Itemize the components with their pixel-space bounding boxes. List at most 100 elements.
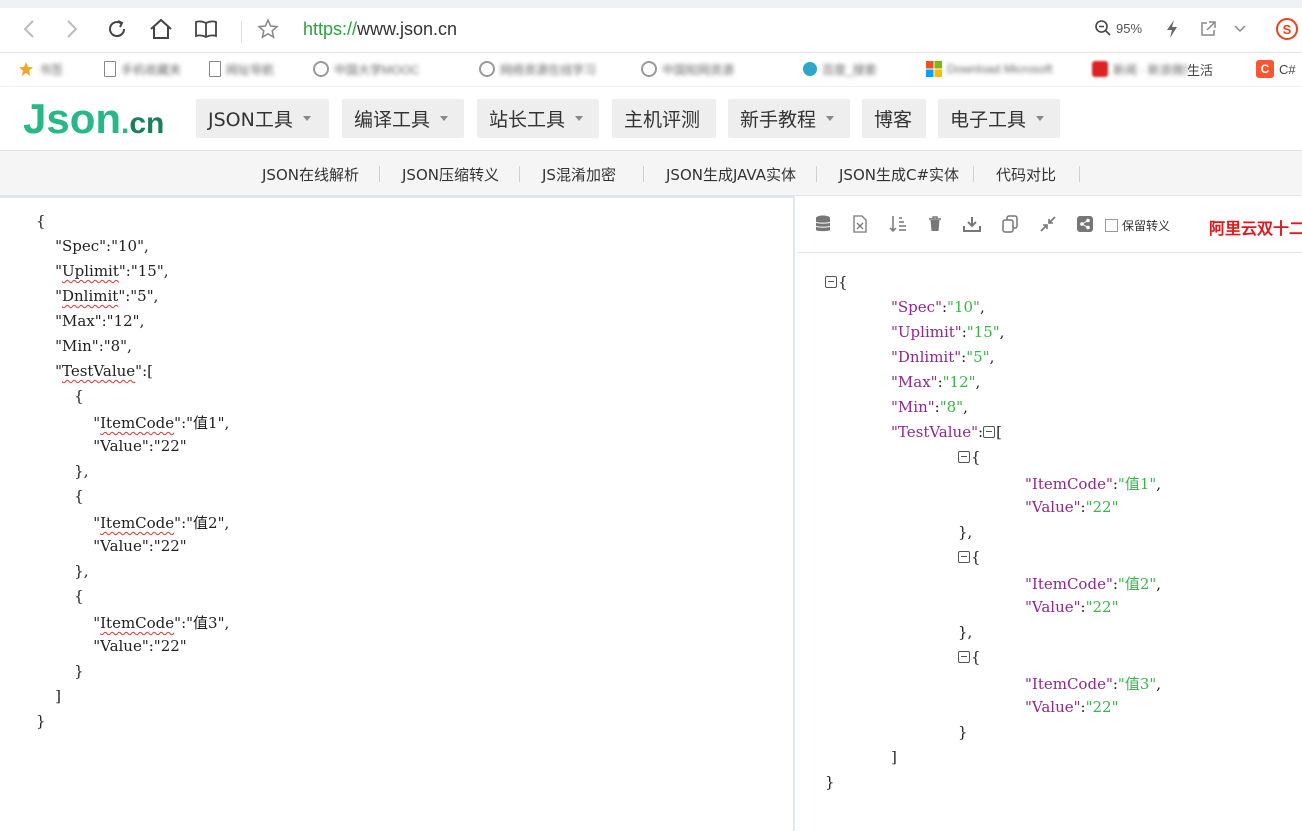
bookmark-item[interactable]: 中国大学MOOC — [313, 60, 419, 78]
windows-icon — [926, 61, 942, 77]
json-value: 值1 — [1124, 475, 1150, 493]
ad-link[interactable]: 阿里云双十二 — [1209, 215, 1302, 239]
reader-mode-button[interactable] — [193, 16, 219, 42]
share-icon — [1201, 21, 1216, 36]
chevron-down-icon — [1234, 25, 1246, 33]
caret-down-icon — [302, 116, 311, 121]
back-button[interactable] — [16, 16, 42, 42]
nav-json-tools[interactable]: JSON工具 — [196, 99, 329, 138]
json-key: Value — [1031, 698, 1074, 716]
address-bar[interactable]: https://www.json.cn — [303, 19, 457, 40]
code-line: "Value":"22" — [36, 637, 187, 655]
bookmark-item[interactable]: 网络资源在线学习 — [479, 60, 596, 78]
subnav-divider — [379, 166, 380, 182]
site-logo[interactable]: Json.cn — [23, 95, 164, 143]
collapse-toggle-icon[interactable] — [958, 451, 970, 463]
globe-icon — [479, 61, 495, 77]
subnav-divider — [973, 166, 974, 182]
forward-button[interactable] — [59, 16, 85, 42]
download-button[interactable] — [963, 215, 981, 233]
bookmark-star-button[interactable] — [255, 16, 281, 42]
tree-object-close: }, — [958, 523, 973, 541]
share-button[interactable] — [1195, 16, 1221, 42]
keep-escape-label: 保留转义 — [1122, 219, 1171, 233]
copy-button[interactable] — [1001, 215, 1019, 233]
subnav-code-compare[interactable]: 代码对比 — [996, 164, 1056, 185]
nav-label: 主机评测 — [624, 109, 701, 131]
bookmark-item[interactable]: C C# — [1256, 60, 1296, 78]
bookmark-label: 网络资源在线学习 — [500, 62, 597, 77]
nav-blog[interactable]: 博客 — [862, 99, 926, 138]
database-button[interactable] — [814, 215, 832, 233]
tree-pair: "Uplimit":"15", — [891, 323, 1005, 341]
json-key: ItemCode — [1031, 675, 1106, 693]
caret-down-icon — [826, 116, 835, 121]
home-button[interactable] — [148, 16, 174, 42]
bookmark-prefix: 新闻 · 新浪微博 — [1113, 62, 1187, 77]
zoom-level: 95% — [1116, 20, 1143, 36]
tree-object-close: } — [958, 723, 968, 741]
tree-pair: "ItemCode":"值3", — [1025, 675, 1162, 693]
zoom-icon — [1095, 20, 1111, 36]
zoom-control[interactable]: 95% — [1094, 19, 1142, 37]
sort-button[interactable] — [889, 215, 907, 233]
url-protocol: https:// — [303, 19, 358, 39]
json-value: 值2 — [1124, 575, 1150, 593]
collapse-toggle-icon[interactable] — [958, 551, 970, 563]
json-key: Max — [897, 373, 931, 391]
toolbar-divider — [241, 21, 242, 43]
nav-electronic-tools[interactable]: 电子工具 — [938, 99, 1060, 138]
nav-host-review[interactable]: 主机评测 — [612, 99, 716, 138]
json-key: Uplimit — [897, 323, 955, 341]
bookmark-label: 手机收藏夹 — [121, 62, 182, 77]
subnav-json-parse[interactable]: JSON在线解析 — [262, 164, 359, 185]
reload-button[interactable] — [104, 16, 130, 42]
lightning-button[interactable] — [1159, 16, 1185, 42]
bookmark-item[interactable]: 新闻 · 新浪微博 生活 — [1092, 60, 1213, 78]
code-line: "Value":"22" — [36, 437, 187, 455]
tree-object-open: { — [958, 448, 981, 466]
nav-label: 博客 — [874, 109, 913, 131]
compress-button[interactable] — [1039, 215, 1057, 233]
collapse-toggle-icon[interactable] — [958, 651, 970, 663]
bookmark-item[interactable]: 中国知网资源 — [641, 60, 734, 78]
subnav-json-compress[interactable]: JSON压缩转义 — [402, 164, 499, 185]
subnav-json-to-csharp[interactable]: JSON生成C#实体 — [839, 164, 959, 185]
subnav-json-to-java[interactable]: JSON生成JAVA实体 — [666, 164, 796, 185]
json-input-editor[interactable]: { "Spec":"10", "Uplimit":"15", "Dnlimit"… — [0, 196, 795, 831]
bookmark-item[interactable]: 书签 — [18, 60, 63, 78]
site-header: Json.cn JSON工具 编译工具 站长工具 主机评测 新手教程 博客 电子… — [0, 87, 1302, 150]
collapse-toggle-icon[interactable] — [983, 426, 996, 438]
code-line: } — [36, 712, 46, 730]
book-icon — [195, 20, 217, 39]
bookmark-item[interactable]: 网址导航 — [209, 60, 274, 78]
nav-tutorial[interactable]: 新手教程 — [728, 99, 850, 138]
share-icon — [1077, 216, 1093, 232]
code-line: { — [36, 387, 84, 405]
tree-pair: "Value":"22" — [1025, 698, 1119, 716]
bookmark-item[interactable]: Download Microsoft — [926, 60, 1052, 78]
bookmark-item[interactable]: 手机收藏夹 — [104, 60, 181, 78]
tree-pair: "Value":"22" — [1025, 498, 1119, 516]
bookmark-label: Download Microsoft — [947, 62, 1053, 76]
bookmark-item[interactable]: 百度_搜索 — [803, 60, 877, 78]
menu-dropdown-button[interactable] — [1227, 16, 1253, 42]
json-key: Spec — [897, 298, 936, 316]
delete-button[interactable] — [926, 215, 944, 233]
nav-webmaster-tools[interactable]: 站长工具 — [477, 99, 599, 138]
bookmark-label: 书签 — [39, 62, 64, 77]
nav-compile-tools[interactable]: 编译工具 — [342, 99, 464, 138]
share-result-button[interactable] — [1076, 215, 1094, 233]
collapse-toggle-icon[interactable] — [825, 276, 837, 288]
sogou-logo-icon[interactable]: S — [1276, 18, 1298, 40]
excel-button[interactable] — [851, 215, 869, 233]
json-key: Value — [1031, 598, 1074, 616]
sort-icon — [889, 216, 906, 233]
json-value: 值3 — [1124, 675, 1150, 693]
download-icon — [963, 217, 981, 232]
keep-escape-checkbox[interactable]: 保留转义 — [1105, 217, 1170, 234]
bookmarks-bar: 书签 手机收藏夹 网址导航 中国大学MOOC 网络资源在线学习 中国知网资源 百… — [0, 53, 1302, 87]
tree-object-open: { — [958, 548, 981, 566]
subnav-js-obfuscate[interactable]: JS混淆加密 — [542, 164, 616, 185]
checkbox-box[interactable] — [1105, 219, 1118, 232]
